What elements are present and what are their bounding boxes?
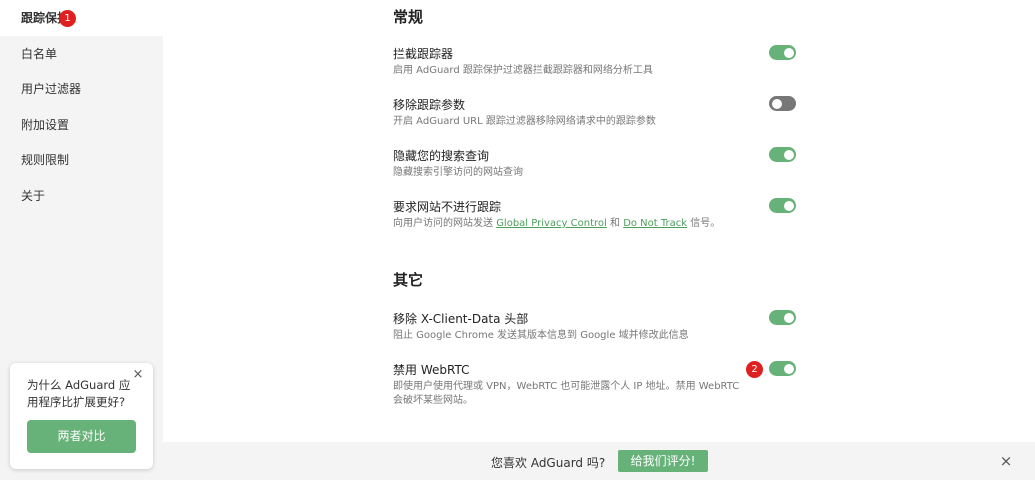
section-title-other: 其它 bbox=[393, 271, 424, 289]
setting-strip-tracking-params: 移除跟踪参数 开启 AdGuard URL 跟踪过滤器移除网络请求中的跟踪参数 bbox=[393, 97, 803, 129]
sidebar-item-label: 附加设置 bbox=[21, 117, 70, 132]
rating-bar: 您喜欢 AdGuard 吗? 给我们评分! × bbox=[163, 442, 1035, 480]
sidebar-item-label: 规则限制 bbox=[21, 153, 70, 167]
promo-text: 为什么 AdGuard 应用程序比扩展更好? bbox=[27, 378, 131, 409]
toggle-block-trackers[interactable] bbox=[769, 45, 796, 60]
dnt-link[interactable]: Do Not Track bbox=[623, 218, 687, 229]
toggle-knob bbox=[783, 47, 794, 58]
sidebar-item-rule-limits[interactable]: 规则限制 bbox=[0, 142, 163, 178]
desc-text: 向用户访问的网站发送 bbox=[393, 218, 493, 229]
setting-hide-search-queries: 隐藏您的搜索查询 隐藏搜索引擎访问的网站查询 bbox=[393, 148, 803, 180]
setting-title: 隐藏您的搜索查询 bbox=[393, 149, 490, 163]
setting-block-trackers: 拦截跟踪器 启用 AdGuard 跟踪保护过滤器拦截跟踪器和网络分析工具 bbox=[393, 46, 803, 78]
close-icon[interactable]: × bbox=[132, 368, 144, 381]
sidebar-item-label: 关于 bbox=[21, 188, 46, 203]
setting-title: 禁用 WebRTC bbox=[393, 363, 470, 377]
sidebar-item-user-filters[interactable]: 用户过滤器 bbox=[0, 71, 163, 107]
setting-disable-webrtc: 禁用 WebRTC 即使用户使用代理或 VPN，WebRTC 也可能泄露个人 I… bbox=[393, 362, 743, 407]
setting-title: 要求网站不进行跟踪 bbox=[393, 200, 502, 214]
setting-title: 拦截跟踪器 bbox=[393, 47, 454, 61]
step-badge-2: 2 bbox=[746, 361, 763, 378]
sidebar-item-label: 白名单 bbox=[21, 46, 58, 61]
setting-title: 移除跟踪参数 bbox=[393, 98, 466, 112]
toggle-hide-search-queries[interactable] bbox=[769, 147, 796, 162]
close-icon[interactable]: × bbox=[999, 454, 1013, 469]
rate-us-button[interactable]: 给我们评分! bbox=[618, 450, 708, 472]
sidebar-item-about[interactable]: 关于 bbox=[0, 178, 163, 214]
setting-title: 移除 X-Client-Data 头部 bbox=[393, 312, 529, 326]
toggle-strip-tracking-params[interactable] bbox=[769, 96, 796, 111]
compare-button[interactable]: 两者对比 bbox=[27, 420, 136, 453]
toggle-knob bbox=[771, 98, 782, 109]
toggle-disable-webrtc[interactable] bbox=[769, 361, 796, 376]
setting-desc: 开启 AdGuard URL 跟踪过滤器移除网络请求中的跟踪参数 bbox=[393, 116, 656, 127]
desc-text: 信号。 bbox=[690, 218, 721, 229]
setting-desc: 启用 AdGuard 跟踪保护过滤器拦截跟踪器和网络分析工具 bbox=[393, 65, 653, 76]
toggle-knob bbox=[783, 363, 794, 374]
setting-desc: 阻止 Google Chrome 发送其版本信息到 Google 域并修改此信息 bbox=[393, 330, 689, 341]
promo-card: 为什么 AdGuard 应用程序比扩展更好? × 两者对比 bbox=[10, 363, 153, 469]
toggle-knob bbox=[783, 149, 794, 160]
toggle-knob bbox=[783, 312, 794, 323]
setting-desc: 向用户访问的网站发送 Global Privacy Control 和 Do N… bbox=[393, 217, 803, 231]
rating-prompt: 您喜欢 AdGuard 吗? bbox=[491, 456, 606, 470]
sidebar-item-additional-settings[interactable]: 附加设置 bbox=[0, 107, 163, 143]
toggle-knob bbox=[783, 200, 794, 211]
desc-text: 和 bbox=[610, 218, 620, 229]
toggle-remove-x-client-data[interactable] bbox=[769, 310, 796, 325]
section-title-general: 常规 bbox=[393, 8, 424, 26]
sidebar: 跟踪保护 1 白名单 用户过滤器 附加设置 规则限制 关于 为什么 AdGuar… bbox=[0, 0, 163, 480]
sidebar-item-label: 用户过滤器 bbox=[21, 82, 82, 96]
setting-desc: 隐藏搜索引擎访问的网站查询 bbox=[393, 167, 523, 178]
sidebar-item-allowlist[interactable]: 白名单 bbox=[0, 36, 163, 72]
toggle-do-not-track[interactable] bbox=[769, 198, 796, 213]
step-badge-1: 1 bbox=[59, 10, 76, 27]
gpc-link[interactable]: Global Privacy Control bbox=[496, 218, 607, 229]
setting-desc: 即使用户使用代理或 VPN，WebRTC 也可能泄露个人 IP 地址。禁用 We… bbox=[393, 381, 740, 406]
sidebar-item-tracking-protection[interactable]: 跟踪保护 1 bbox=[0, 0, 163, 36]
setting-remove-x-client-data: 移除 X-Client-Data 头部 阻止 Google Chrome 发送其… bbox=[393, 311, 803, 343]
setting-do-not-track: 要求网站不进行跟踪 向用户访问的网站发送 Global Privacy Cont… bbox=[393, 199, 803, 231]
